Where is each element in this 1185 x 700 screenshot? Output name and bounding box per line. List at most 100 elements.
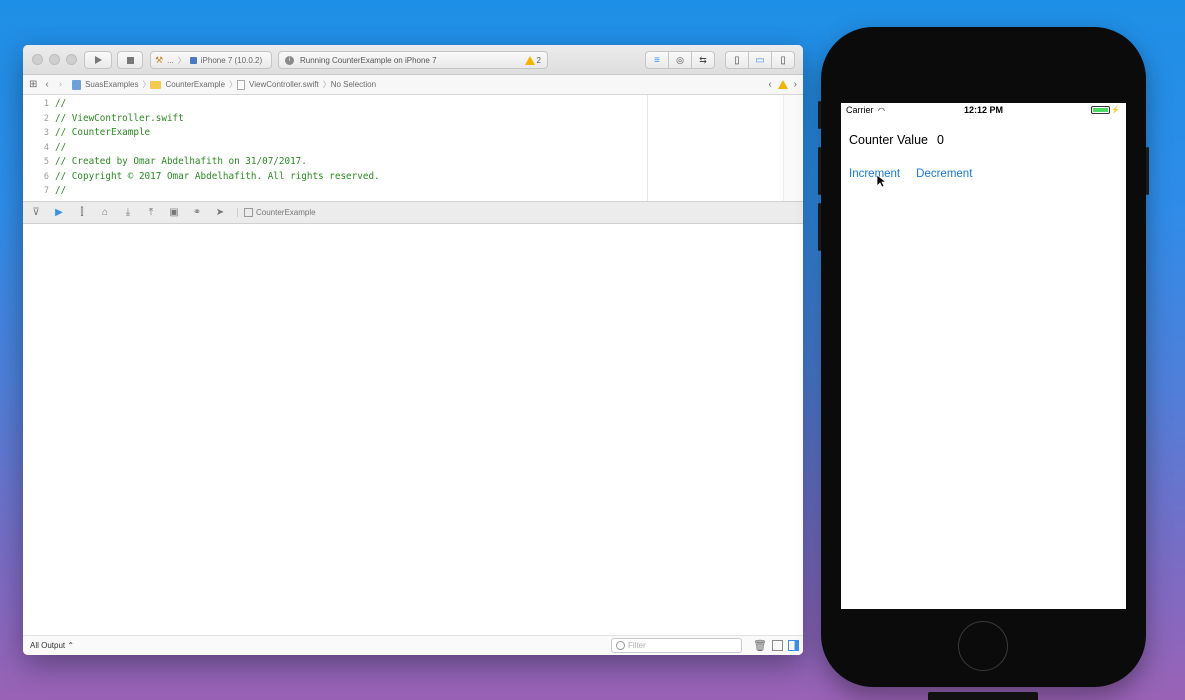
battery-icon: ⚡ (1091, 106, 1120, 114)
swift-file-icon (237, 79, 246, 90)
breadcrumb-file-label: ViewController.swift (249, 80, 319, 89)
stop-button[interactable] (117, 51, 143, 69)
breadcrumb-file[interactable]: ViewController.swift (237, 79, 319, 90)
code-line[interactable]: // CounterExample (55, 124, 380, 139)
trash-icon[interactable]: 🗑 (753, 639, 767, 652)
code-line[interactable]: // Copyright © 2017 Omar Abdelhafith. Al… (55, 168, 380, 183)
charging-icon: ⚡ (1111, 107, 1120, 114)
next-issue-icon[interactable]: › (794, 79, 797, 90)
mute-switch (818, 101, 821, 129)
chevron-right-icon: 〉 (229, 80, 238, 89)
line-number-gutter: 1 2 3 4 5 6 7 8 (23, 95, 49, 201)
related-items-icon[interactable]: ⊞ (29, 79, 37, 90)
breadcrumb-folder-label: CounterExample (165, 80, 226, 89)
counter-row: Counter Value 0 (849, 133, 944, 147)
activity-status-text: Running CounterExample on iPhone 7 (300, 55, 437, 65)
line-number: 5 (43, 157, 49, 167)
zoom-window-button[interactable] (66, 54, 77, 65)
version-editor-button[interactable]: ⇆ (691, 51, 715, 69)
lines-icon: ≡ (654, 54, 660, 66)
line-number: 3 (43, 128, 49, 138)
console-filter-field[interactable]: Filter (611, 638, 742, 653)
dock-edge (928, 692, 1038, 700)
iphone-simulator: Carrier ◠ 12:12 PM ⚡ Counter Value 0 Inc… (818, 27, 1149, 687)
view-debugger-icon[interactable]: ▣ (168, 207, 180, 218)
scheme-selector[interactable]: ⚒ ... 〉 iPhone 7 (10.0.2) (150, 51, 272, 69)
debug-area-toggle-button[interactable]: ▭ (748, 51, 772, 69)
counter-label: Counter Value (849, 133, 928, 147)
code-line[interactable]: // (55, 95, 380, 110)
standard-editor-button[interactable]: ≡ (645, 51, 669, 69)
code-line[interactable]: // ViewController.swift (55, 110, 380, 125)
jump-bar: ⊞ ‹ › SuasExamples 〉 CounterExample 〉 Vi… (23, 75, 803, 95)
utilities-toggle-button[interactable]: ▯ (771, 51, 795, 69)
breadcrumb-selection[interactable]: No Selection (331, 80, 376, 89)
mouse-pointer-icon (877, 175, 886, 188)
page-guide (647, 95, 648, 201)
scheme-app-name: ... (167, 55, 174, 65)
pause-icon[interactable]: ⫿ (76, 207, 88, 218)
chevron-right-icon: 〉 (142, 80, 151, 89)
clock: 12:12 PM (963, 105, 1004, 115)
location-icon[interactable]: ➤ (214, 207, 226, 218)
minimize-window-button[interactable] (49, 54, 60, 65)
line-number: 2 (43, 113, 49, 124)
close-window-button[interactable] (32, 54, 43, 65)
previous-issue-icon[interactable]: ‹ (768, 79, 771, 90)
navigator-toggle-button[interactable]: ▯ (725, 51, 749, 69)
editor-scroll-area[interactable] (783, 95, 803, 201)
info-icon: i (285, 55, 294, 65)
chevron-right-icon: 〉 (322, 80, 331, 89)
console-view-toggle-icon[interactable] (788, 640, 799, 651)
volume-up-button (818, 147, 821, 195)
breadcrumb-project[interactable]: SuasExamples (72, 79, 138, 90)
stop-icon (126, 56, 134, 64)
bottom-panel-icon: ▭ (755, 54, 765, 66)
warnings-indicator[interactable]: 2 (524, 55, 541, 65)
step-over-icon[interactable]: ⌂ (99, 207, 111, 218)
app-scheme-icon: ⚒ (155, 54, 164, 65)
increment-button[interactable]: Increment (849, 168, 900, 180)
variables-view-toggle-icon[interactable] (772, 640, 783, 651)
device-icon (189, 56, 197, 64)
power-button (1146, 147, 1149, 195)
arrows-icon: ⇆ (699, 54, 707, 65)
run-button[interactable] (84, 51, 112, 69)
output-selector[interactable]: All Output ⌃ (30, 641, 74, 650)
step-into-icon[interactable]: ⤓ (122, 207, 134, 218)
breadcrumb-folder[interactable]: CounterExample (150, 80, 225, 89)
warning-count: 2 (536, 55, 541, 65)
hide-debug-area-icon[interactable]: ⊽ (30, 207, 42, 218)
console-controls: 🗑 (753, 639, 799, 652)
xcode-toolbar: ⚒ ... 〉 iPhone 7 (10.0.2) i Running Coun… (23, 45, 803, 75)
back-arrow-icon[interactable]: ‹ (45, 79, 48, 90)
volume-down-button (818, 203, 821, 251)
decrement-button[interactable]: Decrement (916, 168, 972, 180)
filter-icon (616, 641, 625, 650)
left-panel-icon: ▯ (734, 54, 740, 66)
console-area[interactable] (23, 226, 803, 635)
step-out-icon[interactable]: ⤒ (145, 207, 157, 218)
right-panel-icon: ▯ (780, 54, 786, 66)
code-line[interactable]: // Created by Omar Abdelhafith on 31/07/… (55, 153, 380, 168)
code-line[interactable] (55, 197, 380, 202)
chevron-right-icon: 〉 (177, 55, 186, 65)
source-editor[interactable]: 1 2 3 4 5 6 7 8 // // ViewController.swi… (23, 95, 803, 202)
code-text[interactable]: // // ViewController.swift // CounterExa… (55, 95, 380, 202)
rings-icon: ◎ (676, 54, 684, 65)
memory-graph-icon[interactable]: ⚭ (191, 207, 203, 218)
panels-group: ▯ ▭ ▯ (725, 51, 795, 69)
simulator-screen: Carrier ◠ 12:12 PM ⚡ Counter Value 0 Inc… (841, 103, 1126, 609)
breakpoints-icon[interactable]: ▶ (53, 207, 65, 218)
debug-bar: ⊽ ▶ ⫿ ⌂ ⤓ ⤒ ▣ ⚭ ➤ CounterExample (23, 202, 803, 224)
forward-arrow-icon[interactable]: › (59, 79, 62, 90)
code-line[interactable]: // (55, 139, 380, 154)
breadcrumb-selection-label: No Selection (330, 80, 377, 89)
filter-placeholder: Filter (628, 641, 646, 650)
assistant-editor-button[interactable]: ◎ (668, 51, 692, 69)
warning-icon (524, 55, 535, 65)
home-button[interactable] (958, 621, 1008, 671)
code-line[interactable]: // (55, 182, 380, 197)
debug-target[interactable]: CounterExample (237, 208, 316, 217)
line-number: 1 (43, 99, 49, 109)
